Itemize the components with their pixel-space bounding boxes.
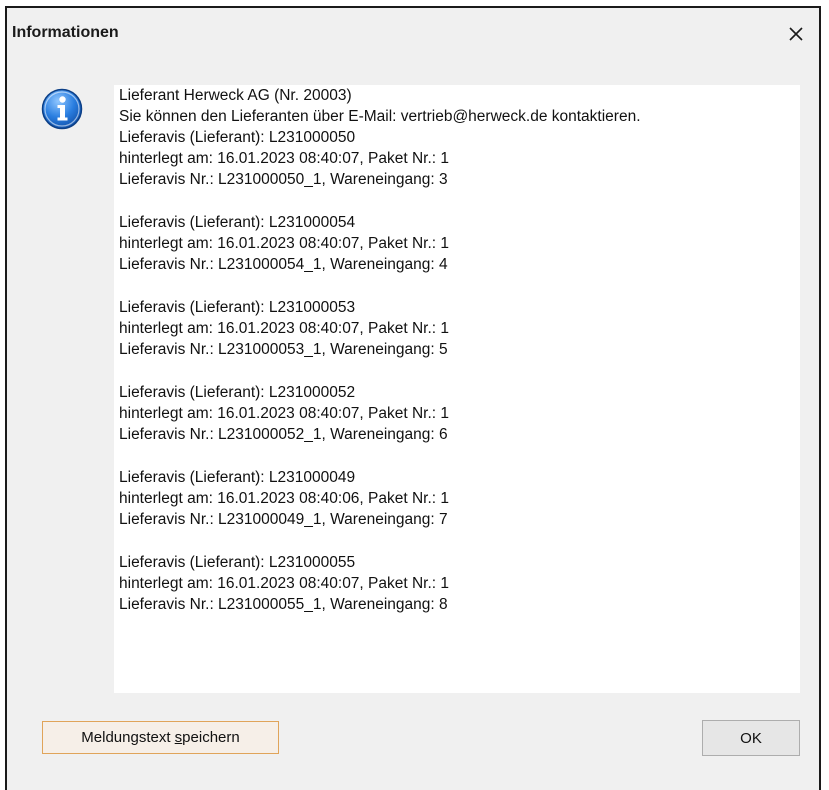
hinterlegt-line: hinterlegt am: 16.01.2023 08:40:07, Pake… xyxy=(119,320,450,337)
lieferavis-nr-line: Lieferavis Nr.: L231000049_1, Wareneinga… xyxy=(119,511,448,528)
lieferavis-line: Lieferavis (Lieferant): L231000050 xyxy=(119,129,356,146)
message-text-area: Lieferant Herweck AG (Nr. 20003) Sie kön… xyxy=(114,85,800,693)
save-button-label-prefix: Meldungstext xyxy=(81,729,175,746)
lieferavis-nr-line: Lieferavis Nr.: L231000052_1, Wareneinga… xyxy=(119,426,448,443)
hinterlegt-line: hinterlegt am: 16.01.2023 08:40:07, Pake… xyxy=(119,575,450,592)
lieferavis-nr-line: Lieferavis Nr.: L231000054_1, Wareneinga… xyxy=(119,256,448,273)
ok-button[interactable]: OK xyxy=(702,720,800,756)
save-message-text-button[interactable]: Meldungstext s peichern xyxy=(42,721,279,754)
ok-button-label: OK xyxy=(740,729,762,747)
contact-line: Sie können den Lieferanten über E-Mail: … xyxy=(119,108,641,125)
lieferavis-line: Lieferavis (Lieferant): L231000055 xyxy=(119,554,356,571)
lieferavis-nr-line: Lieferavis Nr.: L231000055_1, Wareneinga… xyxy=(119,596,448,613)
hinterlegt-line: hinterlegt am: 16.01.2023 08:40:07, Pake… xyxy=(119,150,450,167)
close-icon xyxy=(789,27,803,41)
hinterlegt-line: hinterlegt am: 16.01.2023 08:40:06, Pake… xyxy=(119,490,450,507)
information-dialog: Informationen Lieferant Herweck AG (Nr. … xyxy=(7,8,819,790)
lieferavis-nr-line: Lieferavis Nr.: L231000050_1, Wareneinga… xyxy=(119,171,448,188)
lieferavis-line: Lieferavis (Lieferant): L231000054 xyxy=(119,214,356,231)
lieferavis-line: Lieferavis (Lieferant): L231000049 xyxy=(119,469,356,486)
lieferavis-line: Lieferavis (Lieferant): L231000052 xyxy=(119,384,356,401)
hinterlegt-line: hinterlegt am: 16.01.2023 08:40:07, Pake… xyxy=(119,405,450,422)
close-button[interactable] xyxy=(773,8,819,60)
lieferavis-nr-line: Lieferavis Nr.: L231000053_1, Wareneinga… xyxy=(119,341,448,358)
save-button-mnemonic: s xyxy=(174,729,183,746)
title-bar: Informationen xyxy=(7,8,819,60)
dialog-title: Informationen xyxy=(12,24,119,41)
save-button-label-suffix: peichern xyxy=(182,729,240,746)
supplier-line: Lieferant Herweck AG (Nr. 20003) xyxy=(119,87,352,104)
hinterlegt-line: hinterlegt am: 16.01.2023 08:40:07, Pake… xyxy=(119,235,450,252)
information-icon xyxy=(41,88,83,130)
lieferavis-line: Lieferavis (Lieferant): L231000053 xyxy=(119,299,356,316)
